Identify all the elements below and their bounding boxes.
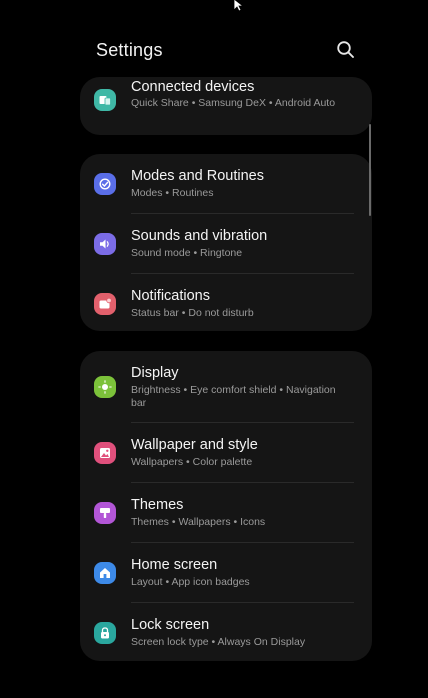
item-subtitle: Sound mode • Ringtone [131,247,243,259]
item-subtitle: Modes • Routines [131,187,214,199]
item-label: Sounds and vibration [131,228,268,244]
scrollbar[interactable] [369,124,371,216]
settings-item-notifications[interactable]: Notifications Status bar • Do not distur… [80,274,372,331]
settings-group-modes: Modes and Routines Modes • Routines Soun… [80,154,372,331]
settings-group-connections: Connected devices Quick Share • Samsung … [80,77,372,135]
item-subtitle: Brightness • Eye comfort shield • Naviga… [131,384,336,409]
modes-routines-icon [94,173,116,195]
settings-item-wallpaper-style[interactable]: Wallpaper and style Wallpapers • Color p… [80,423,372,483]
sound-icon [94,233,116,255]
lock-screen-icon [94,622,116,644]
item-label: Wallpaper and style [131,437,258,453]
connected-devices-icon [94,89,116,111]
settings-item-connected-devices[interactable]: Connected devices Quick Share • Samsung … [80,77,372,135]
item-subtitle: Themes • Wallpapers • Icons [131,516,266,528]
item-subtitle: Quick Share • Samsung DeX • Android Auto [131,97,336,109]
settings-item-home-screen[interactable]: Home screen Layout • App icon badges [80,543,372,603]
item-subtitle: Status bar • Do not disturb [131,307,254,319]
item-label: Lock screen [131,617,210,633]
header: Settings [96,40,358,64]
notifications-icon [94,293,116,315]
settings-item-themes[interactable]: Themes Themes • Wallpapers • Icons [80,483,372,543]
settings-item-display[interactable]: Display Brightness • Eye comfort shield … [80,351,372,423]
item-label: Themes [131,497,184,513]
wallpaper-icon [94,442,116,464]
themes-icon [94,502,116,524]
item-label: Modes and Routines [131,168,264,184]
settings-screen: Settings Connected devices Quick Share •… [0,0,428,698]
settings-item-modes-routines[interactable]: Modes and Routines Modes • Routines [80,154,372,214]
item-label: Home screen [131,557,218,573]
item-subtitle: Wallpapers • Color palette [131,456,253,468]
home-screen-icon [94,562,116,584]
settings-item-lock-screen[interactable]: Lock screen Screen lock type • Always On… [80,603,372,661]
item-label: Display [131,365,179,381]
page-title: Settings [96,40,163,60]
item-subtitle: Screen lock type • Always On Display [131,636,306,648]
item-label: Connected devices [131,79,255,95]
search-icon[interactable] [336,40,356,60]
settings-group-display: Display Brightness • Eye comfort shield … [80,351,372,661]
mouse-cursor-icon [233,0,245,12]
item-label: Notifications [131,288,210,304]
display-icon [94,376,116,398]
settings-item-sounds-vibration[interactable]: Sounds and vibration Sound mode • Ringto… [80,214,372,274]
item-subtitle: Layout • App icon badges [131,576,250,588]
